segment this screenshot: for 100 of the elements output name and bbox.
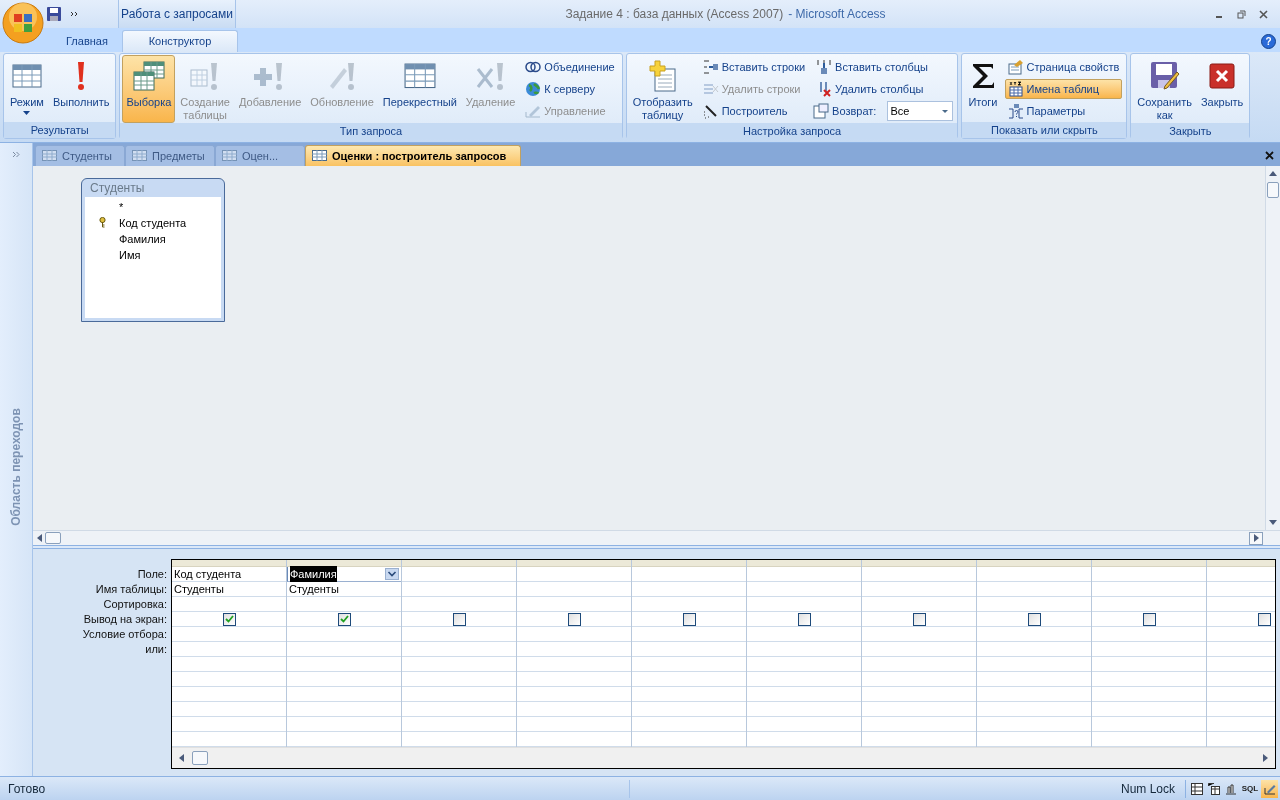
help-button[interactable]: ? <box>1261 34 1276 49</box>
close-icon[interactable] <box>1259 9 1268 19</box>
group-label: Показать или скрыть <box>962 122 1127 138</box>
caret-icon <box>23 111 31 115</box>
row-label: Вывод на экран: <box>83 612 167 627</box>
checkbox[interactable] <box>1257 612 1271 626</box>
ribbon-button[interactable]: К серверу <box>522 79 618 99</box>
field-item[interactable]: Код студента <box>119 214 187 232</box>
scroll-left-icon[interactable] <box>36 534 42 542</box>
checkbox[interactable] <box>567 612 581 626</box>
ribbon-tab[interactable]: Главная <box>46 30 114 52</box>
ribbon-button[interactable]: Перекрестный <box>378 55 461 123</box>
field-item[interactable]: Имя <box>119 246 141 264</box>
globe-icon <box>525 81 542 97</box>
field-item[interactable]: Фамилия <box>119 230 166 248</box>
sql-view-button[interactable]: SQL <box>1239 779 1261 798</box>
ribbon-button[interactable]: Объединение <box>522 57 618 77</box>
check-icon <box>224 615 234 623</box>
ribbon-button[interactable]: Закрыть <box>1196 55 1248 123</box>
caret-icon <box>942 109 949 113</box>
combo-label: Возврат: <box>832 103 877 119</box>
delete-rows-icon <box>702 81 719 97</box>
ribbon-button[interactable]: Страница свойств <box>1004 57 1123 77</box>
scroll-thumb[interactable] <box>45 532 61 544</box>
tables-icon <box>131 60 166 92</box>
key-icon <box>98 217 106 229</box>
document-tab[interactable]: Оцен... <box>215 144 305 166</box>
rings-icon <box>525 59 542 75</box>
ribbon-button[interactable]: Отобразить таблицу <box>628 55 697 123</box>
close-icon <box>1208 62 1237 90</box>
field-item[interactable]: * <box>119 198 124 216</box>
checkbox[interactable] <box>682 612 696 626</box>
scroll-left-icon[interactable] <box>178 754 184 762</box>
expand-icon[interactable] <box>12 151 20 158</box>
ribbon-button[interactable]: Удалить столбцы <box>813 79 954 99</box>
check-icon <box>339 615 349 623</box>
table-title: Студенты <box>89 179 146 197</box>
status-text: Готово <box>0 779 630 798</box>
row-label: Сортировка: <box>103 597 167 612</box>
ribbon-button[interactable]: Вставить строки <box>699 57 809 77</box>
column-selector[interactable] <box>287 560 401 567</box>
ribbon-button[interactable]: Выполнить <box>48 55 114 122</box>
checkbox[interactable] <box>222 612 236 626</box>
checkbox[interactable] <box>452 612 466 626</box>
crosstab-icon <box>403 63 436 89</box>
save-icon <box>1148 60 1181 92</box>
ribbon-button[interactable]: Выборка <box>122 55 176 123</box>
wand-icon <box>702 103 719 119</box>
app-name: - Microsoft Access <box>788 6 886 23</box>
table-cell-text: Студенты <box>289 581 339 597</box>
property-sheet-icon <box>1007 59 1024 75</box>
group-label: Результаты <box>4 122 116 138</box>
dropdown-icon[interactable] <box>385 568 399 580</box>
group-label: Закрыть <box>1131 123 1250 139</box>
insert-rows-icon <box>702 59 719 75</box>
document-tab[interactable]: Предметы <box>125 144 215 166</box>
window-title: Задание 4 : база данных (Access 2007) <box>565 6 784 23</box>
document-tab[interactable]: Оценки : построитель запросов <box>305 144 522 166</box>
ribbon-button[interactable]: Имена таблиц <box>1004 79 1123 99</box>
ribbon-button[interactable]: Итоги <box>964 55 1002 122</box>
datasheet-icon <box>1190 782 1203 795</box>
checkbox[interactable] <box>1142 612 1156 626</box>
scroll-right-icon[interactable] <box>1263 754 1269 762</box>
pencil-ruler-icon <box>1263 782 1276 795</box>
ribbon-button[interactable]: Вставить столбцы <box>813 57 954 77</box>
scroll-right-icon <box>1253 534 1259 542</box>
checkbox[interactable] <box>337 612 351 626</box>
ribbon-button[interactable]: Сохранить как <box>1133 55 1196 123</box>
scroll-thumb[interactable] <box>1267 181 1279 198</box>
design-view-button[interactable] <box>1261 779 1278 798</box>
ribbon-button[interactable]: Построитель <box>699 101 809 121</box>
group-label: Настройка запроса <box>626 123 958 139</box>
save-icon[interactable] <box>46 6 62 22</box>
document-tab[interactable]: Студенты <box>35 144 125 166</box>
scroll-down-icon[interactable] <box>1269 520 1277 526</box>
combo-box[interactable]: Все <box>887 101 954 121</box>
field-cell[interactable]: Код студента <box>174 565 242 583</box>
close-icon[interactable] <box>1265 150 1274 160</box>
checkbox[interactable] <box>912 612 926 626</box>
table-icon <box>312 150 327 162</box>
scroll-thumb[interactable] <box>192 751 208 765</box>
context-tab-title: Работа с запросами <box>118 0 236 28</box>
row-label: или: <box>145 642 167 657</box>
navigation-pane-label: Область переходов <box>8 408 24 526</box>
ribbon-tab[interactable]: Конструктор <box>122 30 238 52</box>
chevron-icon[interactable] <box>70 11 78 17</box>
parameters-icon <box>1007 103 1024 119</box>
ribbon-button[interactable]: Режим <box>6 55 48 122</box>
scroll-right-button[interactable] <box>1249 531 1263 545</box>
table-icon <box>11 64 42 88</box>
num-lock-indicator: Num Lock <box>1120 780 1176 798</box>
row-label: Имя таблицы: <box>95 582 167 597</box>
row-label: Условие отбора: <box>82 627 167 642</box>
table-icon <box>222 150 237 162</box>
scroll-up-icon[interactable] <box>1269 169 1277 176</box>
checkbox[interactable] <box>797 612 811 626</box>
restore-icon[interactable] <box>1237 9 1246 19</box>
checkbox[interactable] <box>1027 612 1041 626</box>
ribbon-button[interactable]: Параметры <box>1004 101 1123 121</box>
table-names-icon <box>1007 81 1024 97</box>
